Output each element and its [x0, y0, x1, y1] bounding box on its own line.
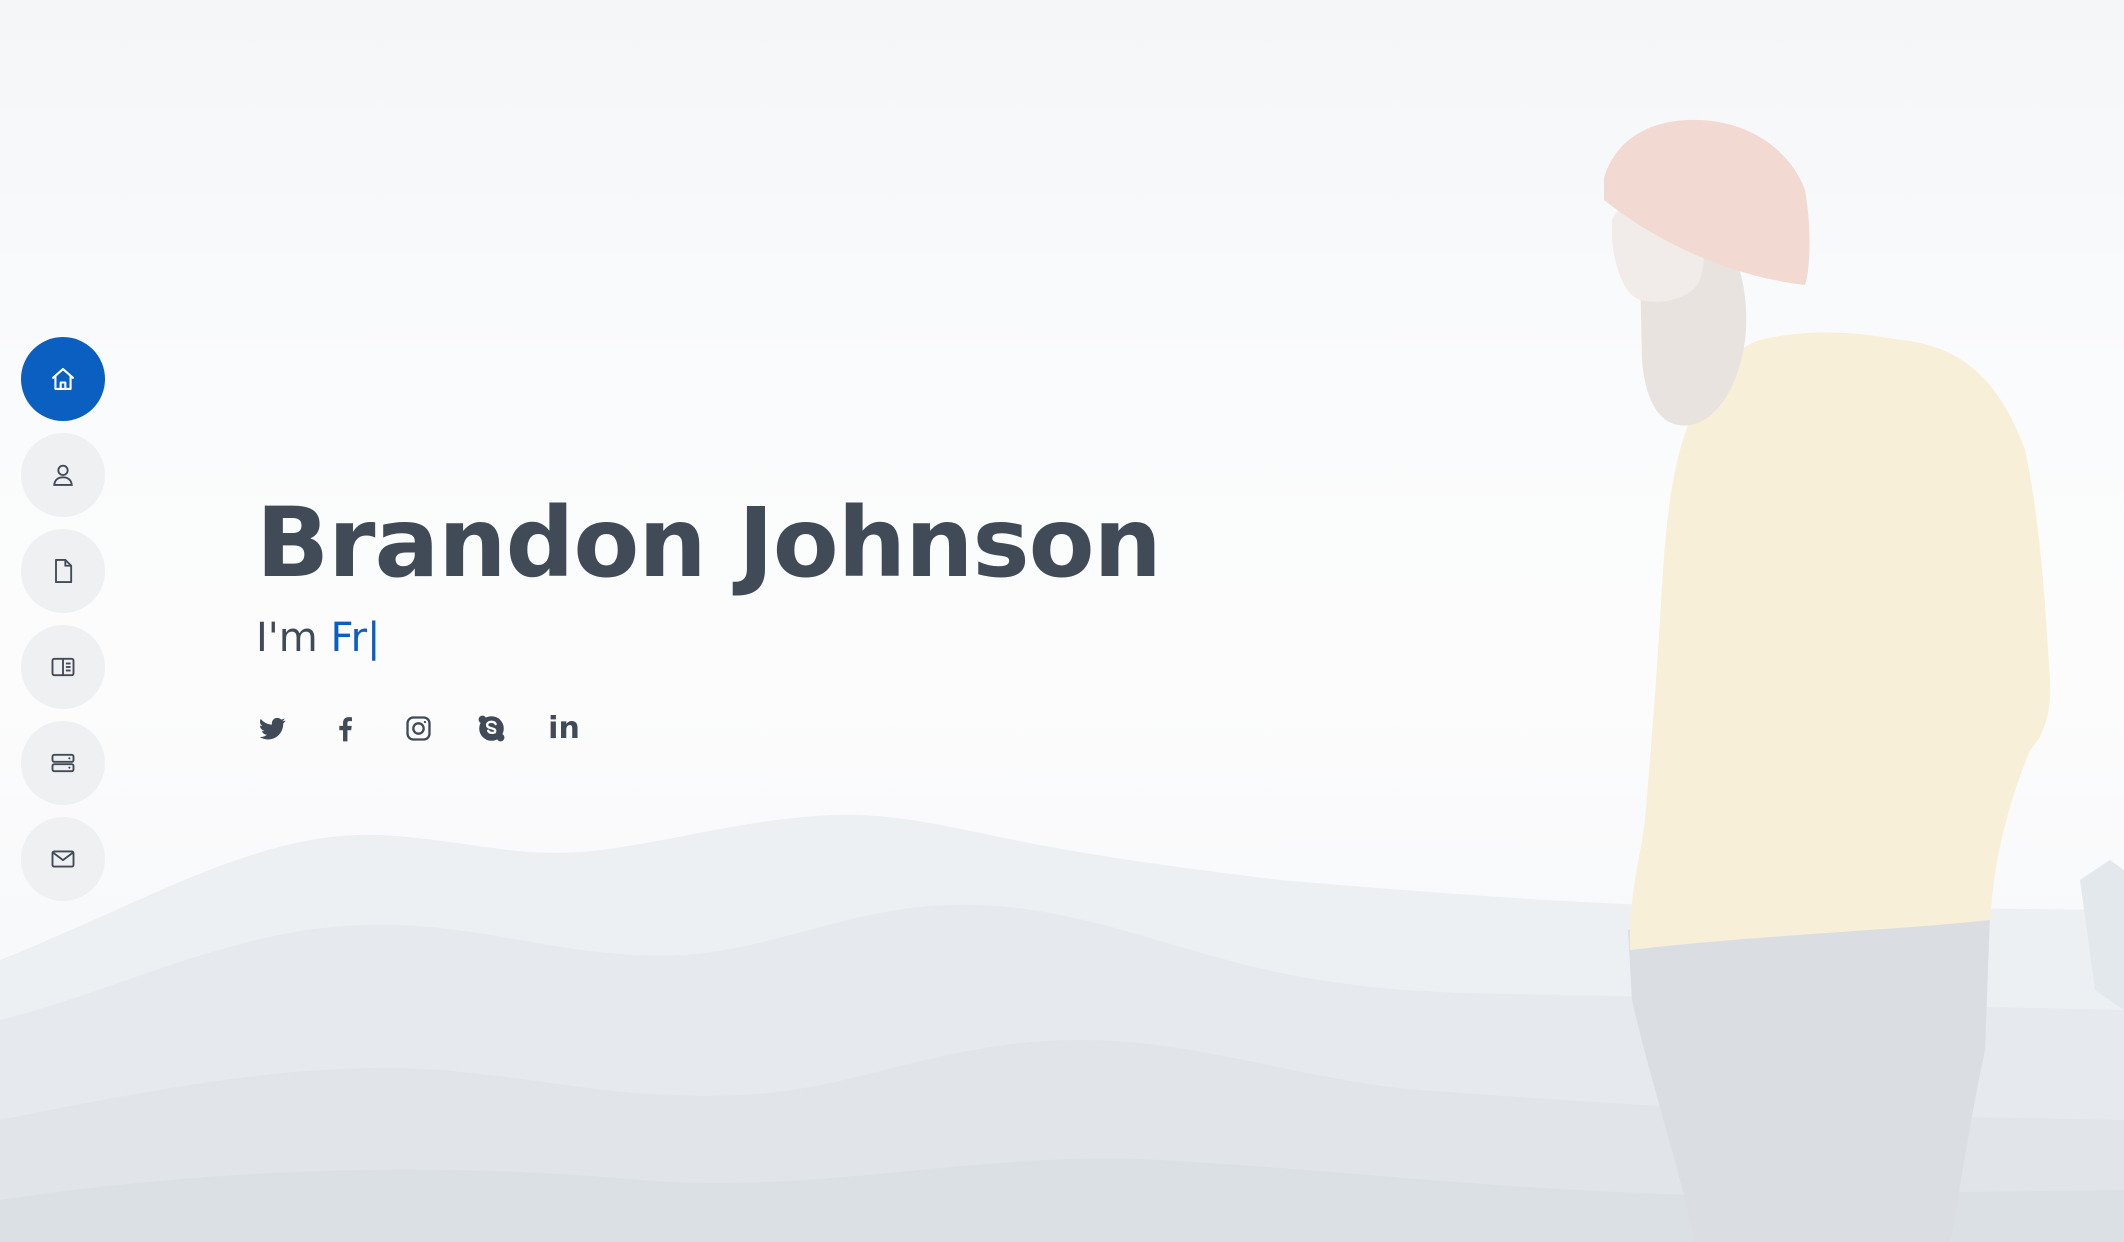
- hero-tagline: I'm Fr|: [256, 612, 1161, 664]
- instagram-icon: [405, 715, 431, 741]
- hero-content: Brandon Johnson I'm Fr|: [256, 478, 1162, 664]
- typed-cursor: |: [367, 615, 381, 661]
- nav-resume-button[interactable]: [21, 529, 105, 613]
- side-nav: [21, 337, 105, 913]
- nav-home-button[interactable]: [21, 337, 105, 421]
- book-half-icon: [51, 657, 75, 677]
- twitter-icon: [259, 717, 285, 739]
- facebook-icon: [338, 716, 352, 741]
- skype-link[interactable]: [475, 708, 507, 748]
- nav-services-button[interactable]: [21, 721, 105, 805]
- skype-icon: [478, 715, 504, 741]
- hero-name: Brandon Johnson: [256, 487, 1162, 599]
- nav-contact-button[interactable]: [21, 817, 105, 901]
- person-icon: [53, 464, 73, 486]
- facebook-link[interactable]: [329, 708, 361, 748]
- file-icon: [55, 558, 73, 584]
- typed-role: Fr: [330, 615, 368, 661]
- tagline-prefix: I'm: [256, 615, 331, 661]
- hero-section: Brandon Johnson I'm Fr| in: [0, 0, 2124, 1242]
- linkedin-link[interactable]: in: [548, 708, 580, 748]
- twitter-link[interactable]: [256, 708, 288, 748]
- social-links: in: [256, 708, 580, 748]
- nav-about-button[interactable]: [21, 433, 105, 517]
- instagram-link[interactable]: [402, 708, 434, 748]
- envelope-icon: [51, 850, 75, 868]
- linkedin-icon: in: [548, 710, 580, 746]
- home-icon: [52, 368, 74, 390]
- server-icon: [51, 753, 75, 773]
- nav-portfolio-button[interactable]: [21, 625, 105, 709]
